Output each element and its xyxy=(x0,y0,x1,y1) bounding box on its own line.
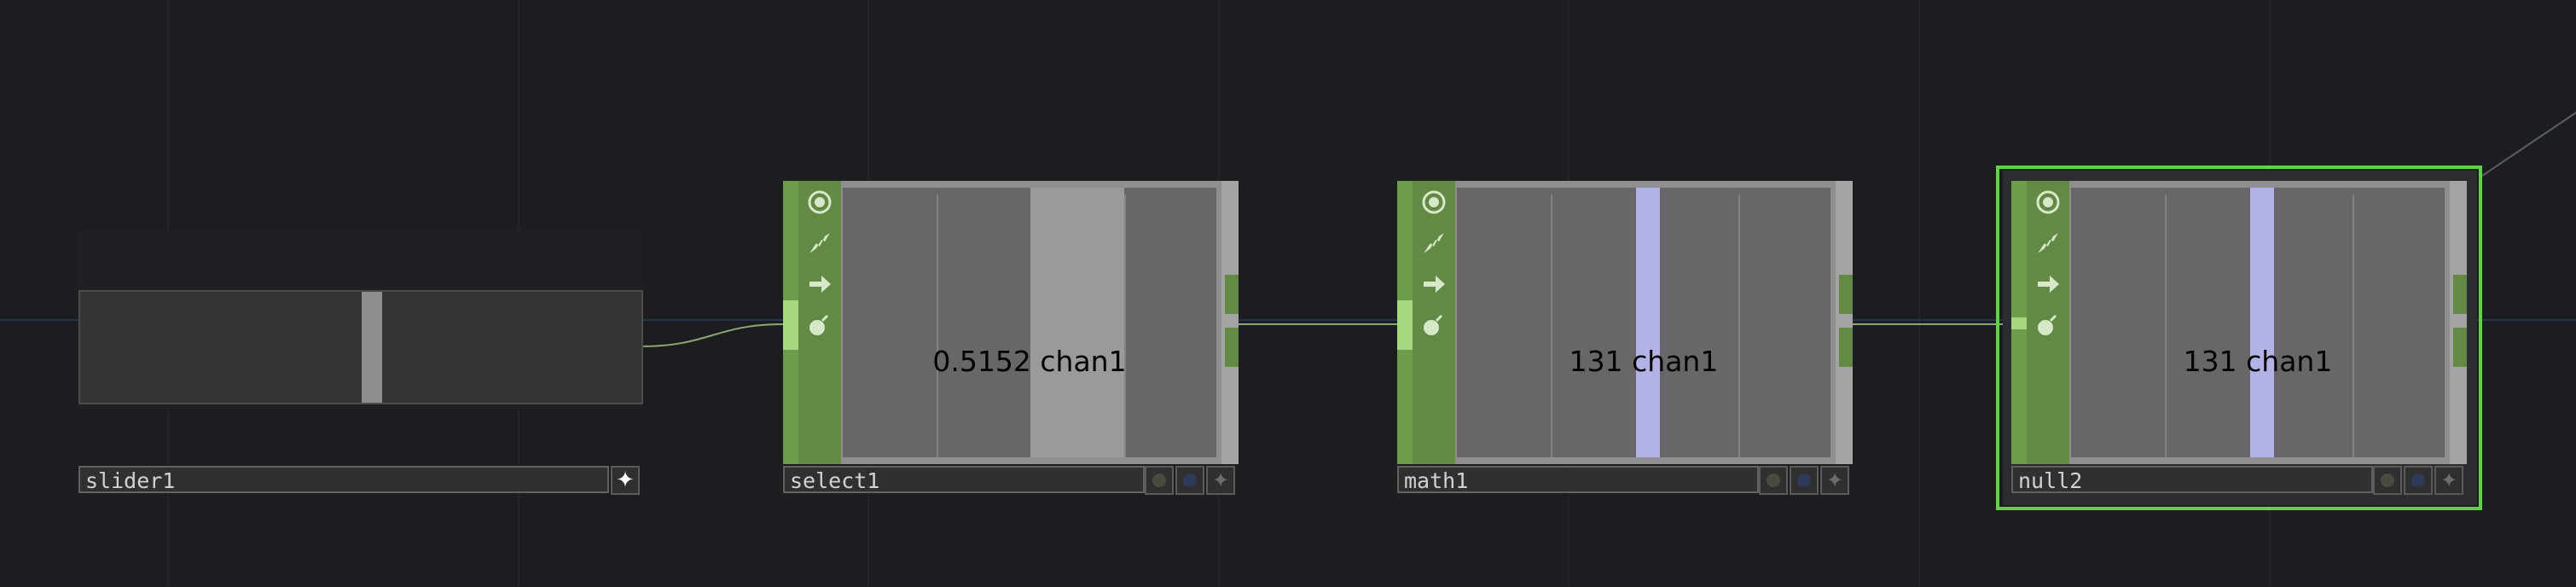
export-arrow-icon[interactable] xyxy=(1418,268,1450,300)
viewer-toggle-icon[interactable] xyxy=(1418,186,1450,218)
cook-icon[interactable] xyxy=(2032,227,2064,259)
bypass-icon[interactable] xyxy=(804,309,836,341)
plus-icon[interactable]: ✦ xyxy=(2434,466,2463,495)
slider-widget[interactable] xyxy=(78,290,643,404)
node-icon-column xyxy=(1413,181,1455,464)
plus-icon[interactable]: ✦ xyxy=(611,466,640,495)
render-flag-icon[interactable] xyxy=(1175,466,1204,495)
channel-viewer: 131 chan1 xyxy=(2071,188,2445,457)
math-node[interactable]: 131 chan1 xyxy=(1397,181,1853,464)
channel-value-label: 131 chan1 xyxy=(2183,345,2333,378)
channel-value-label: 0.5152 chan1 xyxy=(932,345,1127,378)
render-flag-icon[interactable] xyxy=(1790,466,1819,495)
render-flag-icon[interactable] xyxy=(2404,466,2433,495)
grid-line xyxy=(1738,195,1740,457)
slider-node-name[interactable]: slider1 xyxy=(78,466,609,493)
wire-slider-select xyxy=(641,323,784,347)
bypass-icon[interactable] xyxy=(2032,309,2064,341)
display-flag-icon[interactable] xyxy=(2373,466,2402,495)
output-connector[interactable] xyxy=(1839,328,1853,367)
grid-line xyxy=(1124,195,1126,457)
channel-viewer: 131 chan1 xyxy=(1457,188,1830,457)
output-connector[interactable] xyxy=(1839,275,1853,314)
bypass-icon[interactable] xyxy=(1418,309,1450,341)
null-node-name[interactable]: null2 xyxy=(2011,466,2373,493)
channel-bar xyxy=(1030,188,1124,457)
node-icon-column xyxy=(798,181,841,464)
select-node[interactable]: 0.5152 chan1 xyxy=(783,181,1239,464)
output-connector[interactable] xyxy=(1225,328,1239,367)
wire-null-out xyxy=(2481,112,2576,177)
channel-value-label: 131 chan1 xyxy=(1569,345,1719,378)
output-strip xyxy=(1221,181,1239,464)
null-node[interactable]: 131 chan1 xyxy=(2011,181,2467,464)
slider-handle[interactable] xyxy=(362,292,382,403)
node-icon-column xyxy=(2027,181,2069,464)
output-strip xyxy=(1836,181,1853,464)
cook-icon[interactable] xyxy=(1418,227,1450,259)
plus-icon[interactable]: ✦ xyxy=(1820,466,1849,495)
channel-bar xyxy=(1636,188,1660,457)
grid-line xyxy=(937,195,938,457)
viewer-toggle-icon[interactable] xyxy=(2032,186,2064,218)
math-node-name[interactable]: math1 xyxy=(1397,466,1759,493)
display-flag-icon[interactable] xyxy=(1759,466,1788,495)
channel-bar xyxy=(2250,188,2274,457)
output-connector[interactable] xyxy=(2453,328,2467,367)
output-connector[interactable] xyxy=(2453,275,2467,314)
grid-line xyxy=(2353,195,2354,457)
grid-line xyxy=(2165,195,2167,457)
plus-icon[interactable]: ✦ xyxy=(1206,466,1235,495)
cook-icon[interactable] xyxy=(804,227,836,259)
export-arrow-icon[interactable] xyxy=(804,268,836,300)
display-flag-icon[interactable] xyxy=(1145,466,1174,495)
channel-viewer: 0.5152 chan1 xyxy=(843,188,1216,457)
grid-line xyxy=(1551,195,1552,457)
output-strip xyxy=(2450,181,2467,464)
export-arrow-icon[interactable] xyxy=(2032,268,2064,300)
viewer-toggle-icon[interactable] xyxy=(804,186,836,218)
output-connector[interactable] xyxy=(1225,275,1239,314)
select-node-name[interactable]: select1 xyxy=(783,466,1145,493)
